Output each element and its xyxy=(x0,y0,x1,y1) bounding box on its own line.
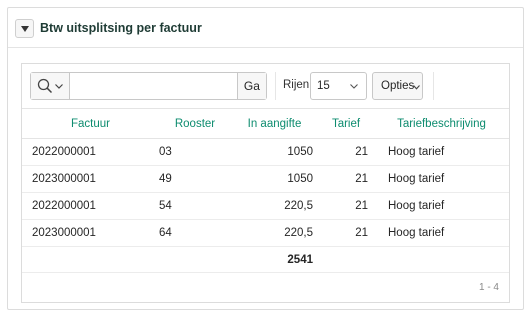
beschrijving-cell: Hoog tarief xyxy=(374,138,509,166)
tarief-cell: 21 xyxy=(318,192,374,220)
factuur-link[interactable]: 2022000001 xyxy=(22,138,159,166)
toolbar-divider xyxy=(433,72,434,100)
rooster-cell: 49 xyxy=(159,165,231,193)
beschrijving-cell: Hoog tarief xyxy=(374,192,509,220)
aangifte-cell: 220,5 xyxy=(231,192,318,220)
table-row: 2023000001 64 220,5 21 Hoog tarief xyxy=(22,219,509,247)
search-icon xyxy=(37,78,53,94)
table-row: 2022000001 03 1050 21 Hoog tarief xyxy=(22,138,509,166)
pagination-label: 1 - 4 xyxy=(478,282,499,293)
column-header-rooster[interactable]: Rooster xyxy=(159,109,231,139)
chevron-down-icon xyxy=(55,84,63,89)
aangifte-cell: 1050 xyxy=(231,138,318,166)
rows-per-page-select[interactable]: 15 xyxy=(310,72,367,100)
report-table: Factuur Rooster In aangifte Tarief Tarie… xyxy=(22,109,509,273)
search-input[interactable] xyxy=(69,73,237,99)
rooster-cell: 03 xyxy=(159,138,231,166)
table-row: 2022000001 54 220,5 21 Hoog tarief xyxy=(22,192,509,220)
factuur-link[interactable]: 2023000001 xyxy=(22,165,159,193)
factuur-link[interactable]: 2022000001 xyxy=(22,192,159,220)
toolbar-divider xyxy=(275,72,276,100)
tarief-cell: 21 xyxy=(318,165,374,193)
collapse-button[interactable] xyxy=(15,19,34,38)
total-row: 2541 xyxy=(22,246,509,273)
aangifte-cell: 220,5 xyxy=(231,219,318,247)
region: Btw uitsplitsing per factuur Ga Rijen 15 xyxy=(7,7,524,310)
region-title: Btw uitsplitsing per factuur xyxy=(40,21,202,35)
report-toolbar: Ga Rijen 15 Opties xyxy=(22,64,509,109)
search-group: Ga xyxy=(30,72,267,100)
rows-label: Rijen xyxy=(283,79,310,91)
rooster-cell: 54 xyxy=(159,192,231,220)
total-aangifte: 2541 xyxy=(231,246,318,273)
rows-per-page-value: 15 xyxy=(317,80,330,92)
column-header-tarief[interactable]: Tarief xyxy=(318,109,374,139)
go-button[interactable]: Ga xyxy=(236,73,266,99)
actions-menu-button[interactable]: Opties xyxy=(372,72,423,100)
tarief-cell: 21 xyxy=(318,138,374,166)
table-header-row: Factuur Rooster In aangifte Tarief Tarie… xyxy=(22,109,509,139)
beschrijving-cell: Hoog tarief xyxy=(374,165,509,193)
actions-label: Opties xyxy=(381,80,415,92)
triangle-down-icon xyxy=(21,26,29,32)
chevron-down-icon xyxy=(350,84,358,89)
interactive-report: Ga Rijen 15 Opties Factuur Rooster In aa… xyxy=(21,63,510,303)
table-row: 2023000001 49 1050 21 Hoog tarief xyxy=(22,165,509,193)
column-header-factuur[interactable]: Factuur xyxy=(22,109,159,139)
column-header-in-aangifte[interactable]: In aangifte xyxy=(231,109,318,139)
beschrijving-cell: Hoog tarief xyxy=(374,219,509,247)
factuur-link[interactable]: 2023000001 xyxy=(22,219,159,247)
column-header-tariefbeschrijving[interactable]: Tariefbeschrijving xyxy=(374,109,509,139)
rooster-cell: 64 xyxy=(159,219,231,247)
search-column-menu[interactable] xyxy=(31,73,70,99)
tarief-cell: 21 xyxy=(318,219,374,247)
aangifte-cell: 1050 xyxy=(231,165,318,193)
region-header: Btw uitsplitsing per factuur xyxy=(8,8,523,48)
report-footer: 1 - 4 xyxy=(22,274,509,302)
chevron-down-icon xyxy=(413,85,420,90)
